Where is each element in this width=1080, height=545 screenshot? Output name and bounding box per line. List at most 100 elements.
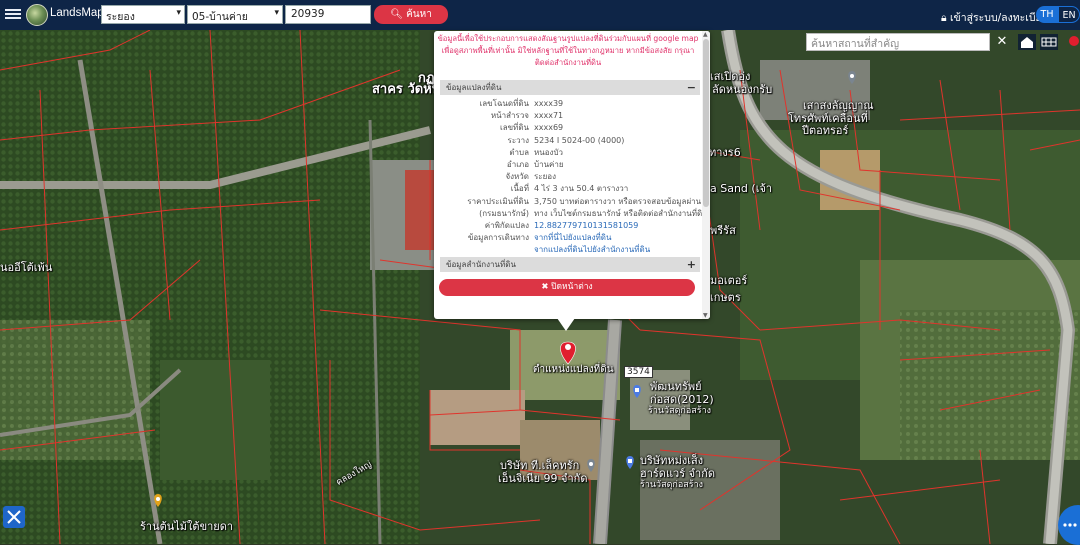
map-label: a Sand (เจ้า: [710, 182, 773, 195]
menu-icon[interactable]: [5, 7, 21, 23]
lock-icon: 🔒︎: [941, 12, 947, 24]
road-number-badge: 3574: [624, 366, 653, 378]
map-label: เอ็นจิเนีย 99 จำกัด: [498, 472, 588, 485]
map-label: นออีโต้เพ้น: [0, 261, 53, 274]
info-row-value: xxxx39: [534, 99, 564, 108]
province-select[interactable]: ระยอง ▾: [101, 5, 185, 24]
info-row: ข้อมูลการเดินทาง จากที่นี่ไปยังแปลงที่ดิน: [440, 232, 700, 244]
location-pin-icon[interactable]: [1064, 34, 1080, 50]
lang-th-button[interactable]: TH: [1036, 6, 1058, 23]
scroll-down-icon[interactable]: ▼: [703, 312, 708, 319]
place-pin-icon[interactable]: [585, 458, 597, 472]
info-row-label: จังหวัด: [505, 172, 529, 182]
info-row-value: 5234 I 5024-00 (4000): [534, 135, 625, 145]
info-row: (กรมธนารักษ์) ทาง เว็บไซต์กรมธนารักษ์ หรื…: [440, 208, 708, 220]
info-row-label: ข้อมูลการเดินทาง: [467, 233, 529, 243]
info-row-label: ราคาประเมินที่ดิน: [467, 196, 529, 206]
popup-pointer: [557, 318, 575, 331]
map-label: ร้านต้นไม้ใต้ขายดา: [140, 520, 234, 533]
info-row-label: ค่าพิกัดแปลง: [484, 221, 529, 230]
home-icon[interactable]: [1018, 34, 1036, 50]
info-row: หน้าสำรวจ xxxx71: [440, 110, 700, 122]
notice-line: ข้อมูลนี้เพื่อใช้ประกอบการแสดงสัณฐานรูปแ…: [437, 34, 699, 43]
place-search-input[interactable]: ค้นหาสถานที่สำคัญ: [806, 33, 990, 51]
store-pin-icon[interactable]: [624, 455, 636, 469]
info-row-value: xxxx69: [534, 123, 564, 133]
info-row-label: หน้าสำรวจ: [490, 111, 529, 121]
district-select[interactable]: 05-บ้านค่าย ▾: [187, 5, 283, 24]
info-row: เนื้อที่ 4 ไร่ 3 งาน 50.4 ตารางวา: [440, 183, 700, 195]
district-value: 05-บ้านค่าย: [192, 11, 248, 23]
land-info-section-header[interactable]: ข้อมูลแปลงที่ดิน −: [440, 80, 700, 95]
info-row-label: เลขที่ดิน: [499, 123, 529, 133]
info-row-link[interactable]: จากที่นี่ไปยังแปลงที่ดิน: [534, 232, 704, 244]
info-row-value: 3,750 บาทต่อตารางวา หรือตรวจสอบข้อมูลผ่า…: [534, 196, 702, 206]
info-row-link[interactable]: 12.882779710131581059: [534, 220, 704, 232]
info-row: ตำบล หนองบัว: [440, 147, 700, 159]
more-options-button[interactable]: [1058, 505, 1080, 545]
shop-pin-icon[interactable]: [152, 493, 164, 507]
scroll-thumb[interactable]: [703, 39, 709, 207]
scroll-up-icon[interactable]: ▲: [703, 31, 708, 38]
map-label: พรีรัส: [710, 224, 736, 237]
province-value: ระยอง: [106, 11, 135, 23]
login-label: เข้าสู่ระบบ/ลงทะเบียน: [949, 12, 1049, 24]
info-row-value: ทาง เว็บไซต์กรมธนารักษ์ หรือติดต่อสำนักง…: [534, 208, 708, 218]
map-label: เกษตร: [710, 291, 741, 304]
info-row-label: อำเภอ: [506, 160, 529, 169]
chevron-down-icon: ▾: [274, 8, 279, 18]
deed-number-input[interactable]: 20939: [285, 5, 371, 24]
map-label: ร้านวัสดุก่อสร้าง: [648, 406, 712, 416]
info-row-label: เลขโฉนดที่ดิน: [479, 99, 529, 108]
notice-line: ติดต่อสำนักงานที่ดิน: [534, 58, 602, 67]
info-row: เลขที่ดิน xxxx69: [440, 122, 700, 134]
map-label: ลัดหนองกรับ: [712, 83, 773, 96]
chevron-down-icon: ▾: [176, 8, 181, 18]
info-row-label: (กรมธนารักษ์): [479, 208, 529, 218]
info-row-label: ระวาง: [507, 135, 529, 145]
info-row-value: หนองบัว: [534, 147, 564, 157]
notice-line: เพื่อดูสภาพพื้นที่เท่านั้น มิใช่หลักฐานท…: [441, 46, 695, 55]
map-label: สาคร วัดหน: [372, 82, 441, 97]
tower-pin-icon[interactable]: [846, 70, 858, 84]
info-row: จังหวัด ระยอง: [440, 171, 700, 183]
close-icon: ✖: [541, 282, 549, 292]
info-row: อำเภอ บ้านค่าย: [440, 159, 700, 171]
info-row: จากแปลงที่ดินไปยังสำนักงานที่ดิน: [440, 244, 700, 256]
info-row-value: xxxx71: [534, 111, 564, 121]
info-row: ค่าพิกัดแปลง 12.882779710131581059: [440, 220, 700, 232]
tools-icon[interactable]: [3, 506, 25, 528]
section-title: ข้อมูลแปลงที่ดิน: [446, 83, 502, 92]
map-label: ตำแหน่งแปลงที่ดิน: [533, 364, 614, 375]
close-window-label: ปิดหน้าต่าง: [551, 282, 593, 292]
login-link[interactable]: 🔒︎ เข้าสู่ระบบ/ลงทะเบียน: [941, 9, 1049, 26]
info-row-value: ระยอง: [534, 172, 556, 182]
popup-scrollbar[interactable]: ▲ ▼: [702, 31, 710, 319]
map-label: ร้านวัสดุก่อสร้าง: [640, 480, 704, 490]
info-row-value: บ้านค่าย: [534, 160, 564, 169]
search-button[interactable]: 🔍︎ ค้นหา: [374, 5, 448, 24]
info-row: เลขโฉนดที่ดิน xxxx39: [440, 98, 700, 110]
info-row-label: เนื้อที่: [510, 184, 529, 194]
search-icon: 🔍︎: [390, 9, 403, 20]
map-label: ปีตอทรอร์: [802, 124, 849, 137]
app-logo: [26, 4, 48, 26]
expand-icon[interactable]: +: [687, 257, 696, 272]
section-title: ข้อมูลสำนักงานที่ดิน: [446, 260, 516, 269]
info-row: ราคาประเมินที่ดิน 3,750 บาทต่อตารางวา หรื…: [440, 196, 701, 208]
parcel-info-popup: ข้อมูลนี้เพื่อใช้ประกอบการแสดงสัณฐานรูปแ…: [434, 31, 710, 319]
collapse-icon[interactable]: −: [687, 80, 696, 95]
close-icon[interactable]: ✕: [992, 33, 1012, 51]
office-info-section-header[interactable]: ข้อมูลสำนักงานที่ดิน +: [440, 257, 700, 272]
info-row-label: ตำบล: [509, 147, 529, 157]
close-window-button[interactable]: ✖ ปิดหน้าต่าง: [439, 279, 695, 296]
info-row-value: 4 ไร่ 3 งาน 50.4 ตารางวา: [534, 184, 629, 194]
store-pin-icon[interactable]: [631, 384, 643, 398]
info-row-link[interactable]: จากแปลงที่ดินไปยังสำนักงานที่ดิน: [534, 244, 704, 256]
map-label: ทางร6: [709, 146, 741, 159]
lang-en-button[interactable]: EN: [1058, 6, 1080, 23]
search-button-label: ค้นหา: [406, 9, 432, 20]
map-label: มอเตอร์: [710, 274, 748, 287]
disclaimer-notice: ข้อมูลนี้เพื่อใช้ประกอบการแสดงสัณฐานรูปแ…: [434, 33, 702, 69]
grid-layers-icon[interactable]: [1040, 34, 1058, 50]
